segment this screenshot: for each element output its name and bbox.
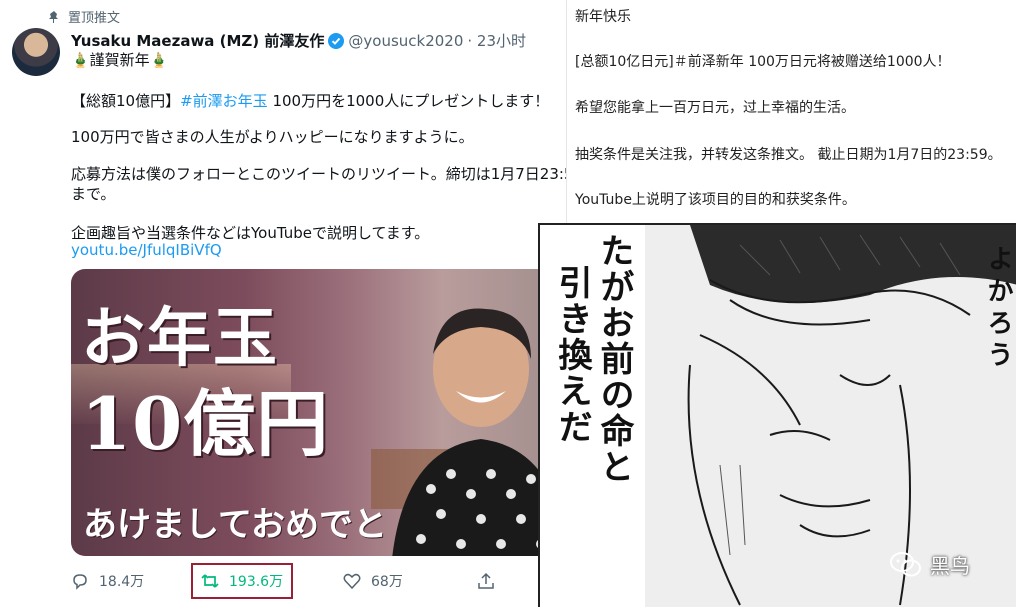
youtube-link[interactable]: youtu.be/JfulqIBiVfQ	[71, 241, 222, 259]
thumbnail-title-3: あけましておめでと	[83, 505, 387, 545]
watermark: 黑鸟	[890, 550, 970, 579]
tweet-line-3: 応募方法は僕のフォローとこのツイートのリツイート。締切は1月7日23:5	[71, 165, 574, 183]
video-thumbnail[interactable]: お年玉 10億円 あけましておめでと	[71, 269, 566, 556]
verified-badge-icon	[328, 32, 345, 49]
translation-line-5: YouTube上说明了该项目的目的和获奖条件。	[575, 192, 856, 208]
tweet-card[interactable]: 置顶推文 Yusaku Maezawa (MZ) 前澤友作 @yousuck20…	[0, 0, 573, 605]
like-button[interactable]: 68万	[343, 566, 403, 596]
tweet-line-3b: まで。	[71, 185, 116, 203]
thumbnail-person	[392, 308, 566, 556]
wechat-icon	[890, 551, 921, 576]
thumbnail-title-2: 10億円	[81, 381, 330, 466]
translation-panel: 新年快乐 [总额10亿日元]＃前泽新年 100万日元将被赠送给1000人！ 希望…	[566, 0, 1016, 230]
tweet-greeting: 🎍謹賀新年🎍	[71, 51, 169, 69]
reply-icon	[73, 574, 87, 590]
pinned-indicator: 置顶推文	[48, 7, 120, 26]
pinned-label: 置顶推文	[68, 11, 121, 26]
retweet-count: 193.6万	[229, 574, 284, 590]
share-icon	[478, 572, 494, 589]
watermark-text: 黑鸟	[930, 554, 970, 578]
reply-count: 18.4万	[99, 574, 145, 590]
author-name[interactable]: Yusaku Maezawa (MZ) 前澤友作	[71, 30, 324, 51]
tweet-line-1-prefix: 【総額10億円】	[71, 92, 181, 110]
translation-line-2: [总额10亿日元]＃前泽新年 100万日元将被赠送给1000人！	[575, 54, 951, 70]
pin-icon	[49, 10, 58, 23]
tweet-line-1-suffix: 100万円を1000人にプレゼントします！	[267, 92, 550, 110]
tweet-line-1: 【総額10億円】#前澤お年玉 100万円を1000人にプレゼントします！	[71, 90, 549, 111]
avatar[interactable]	[12, 28, 60, 76]
retweet-button[interactable]: 193.6万	[191, 563, 294, 599]
retweet-icon	[201, 574, 219, 588]
share-button[interactable]	[477, 566, 505, 596]
reply-button[interactable]: 18.4万	[71, 566, 144, 596]
author-handle[interactable]: @yousuck2020	[348, 32, 463, 50]
translation-line-4: 抽奖条件是关注我，并转发这条推文。 截止日期为1月7日的23:59。	[575, 147, 1002, 163]
translation-line-1: 新年快乐	[575, 9, 631, 25]
tweet-line-4: 企画趣旨や当選条件などはYouTubeで説明してます。	[71, 224, 430, 242]
hashtag-link[interactable]: #前澤お年玉	[180, 92, 268, 110]
translation-line-3: 希望您能拿上一百万日元，过上幸福的生活。	[575, 100, 855, 116]
like-count: 68万	[371, 574, 403, 590]
manga-text-col-2: たがお前の命と	[594, 233, 634, 485]
tweet-line-2: 100万円で皆さまの人生がよりハッピーになりますように。	[71, 128, 474, 146]
tweet-time[interactable]: · 23小时	[467, 30, 526, 51]
tweet-actions: 18.4万 193.6万 68万	[71, 563, 531, 599]
tweet-header: Yusaku Maezawa (MZ) 前澤友作 @yousuck2020 · …	[71, 30, 526, 51]
heart-icon	[343, 573, 361, 590]
manga-text-col-3: よかろう	[983, 245, 1013, 373]
